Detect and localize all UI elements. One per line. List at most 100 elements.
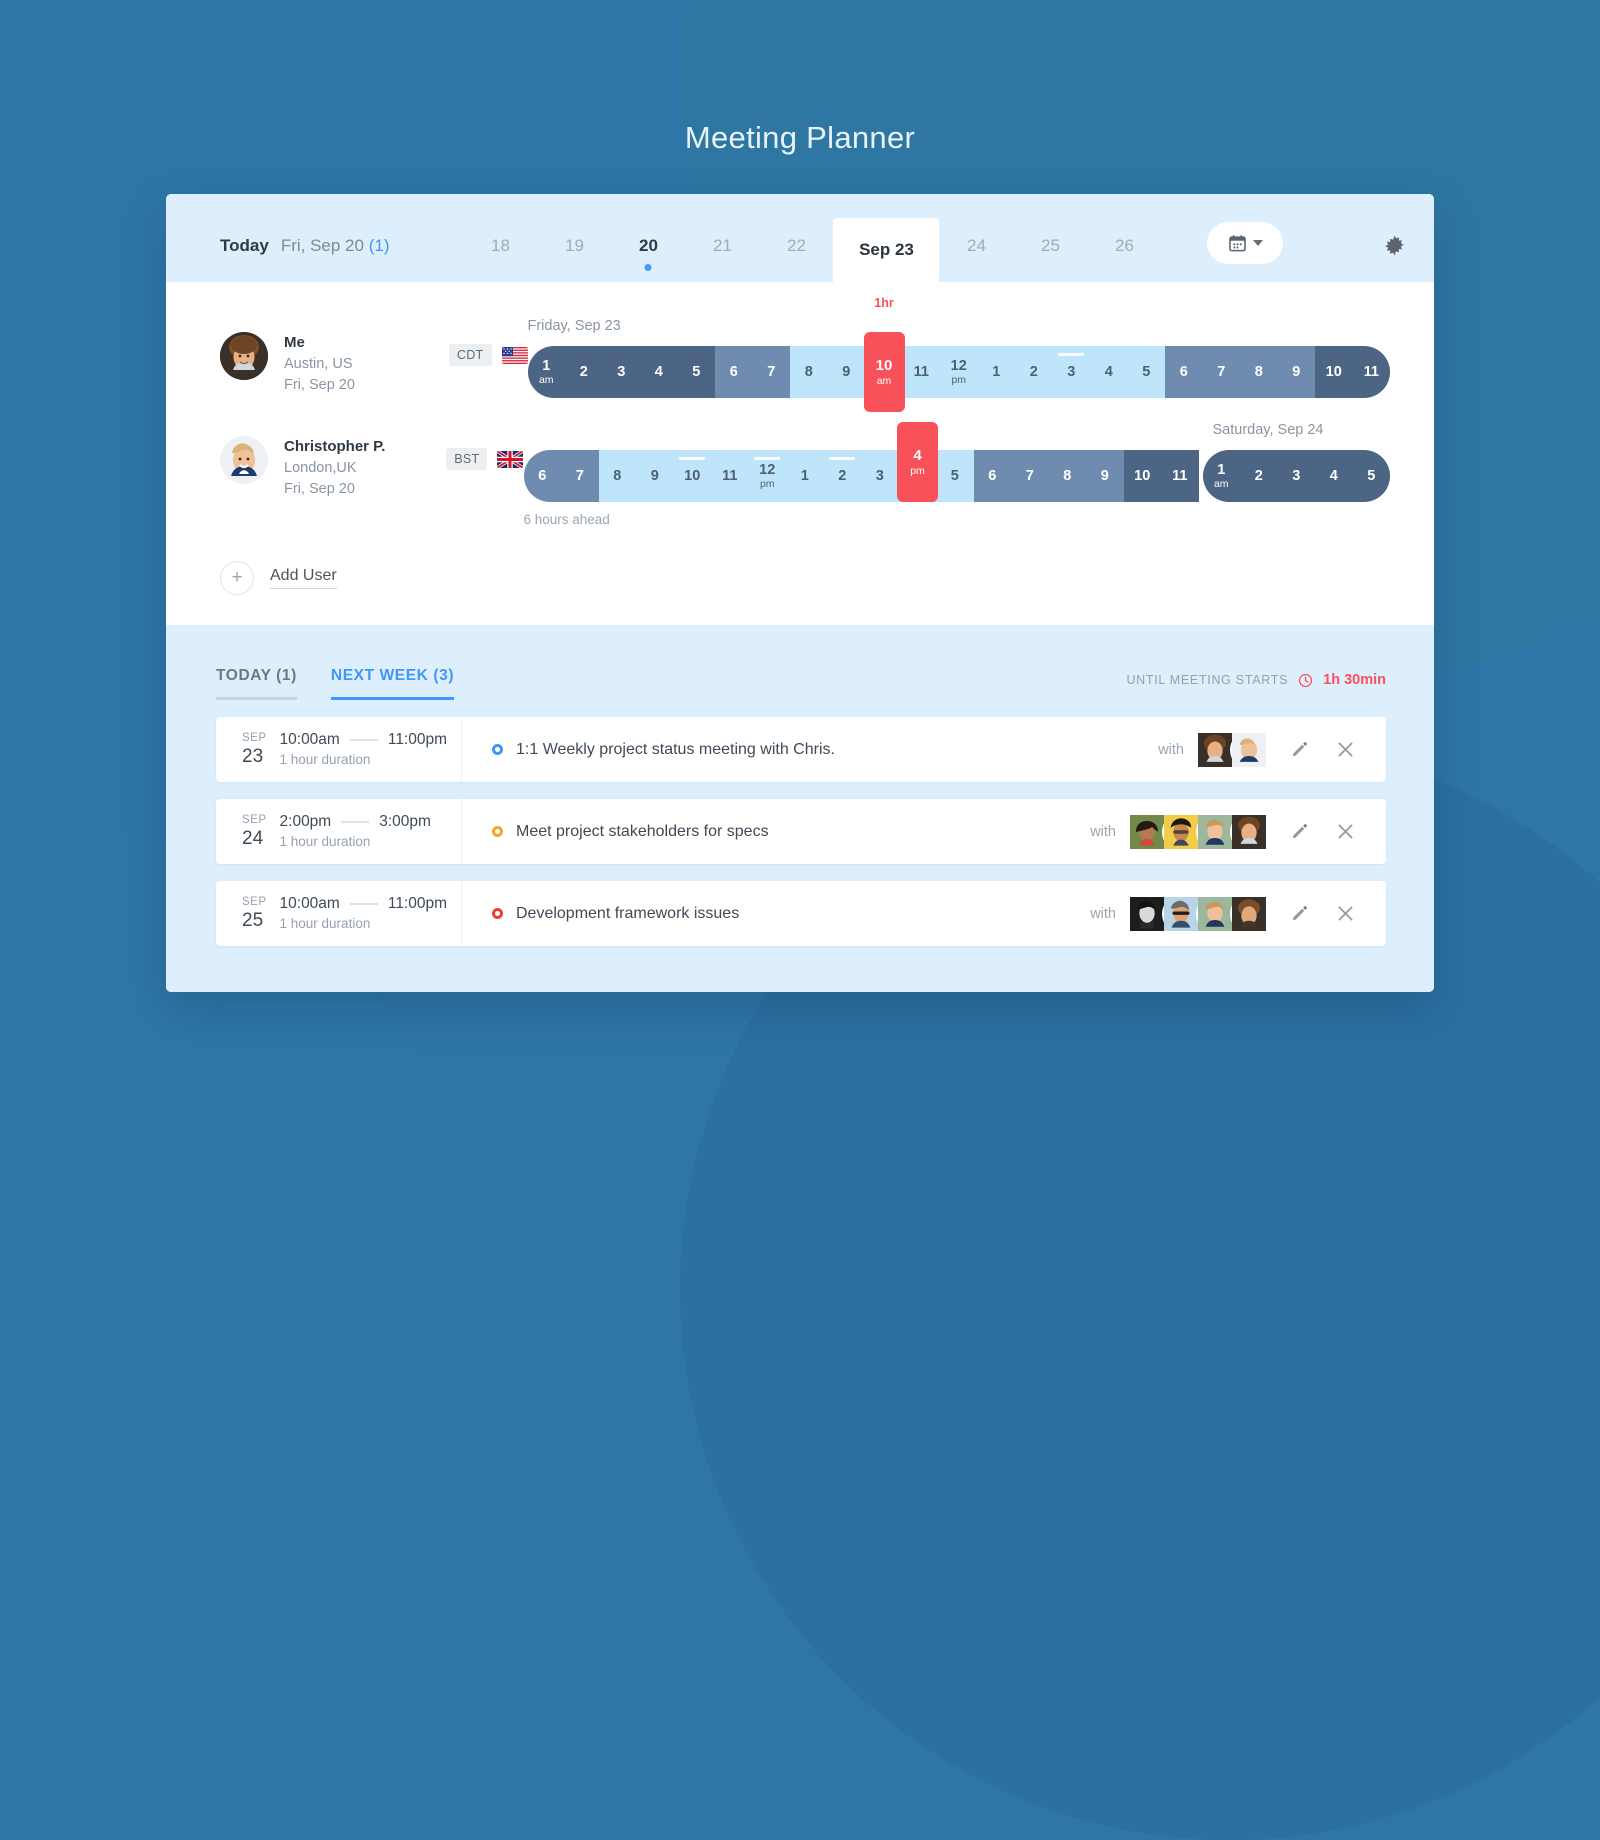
delete-meeting-button[interactable]	[1335, 903, 1356, 924]
hour-cell[interactable]: 8	[790, 346, 828, 398]
hour-cell[interactable]: 11	[1352, 346, 1390, 398]
day-tab-label: 19	[565, 236, 584, 255]
hour-cell[interactable]: 5	[1352, 450, 1390, 502]
hour-cell[interactable]: 4	[640, 346, 678, 398]
day-tab-21[interactable]: 21	[685, 236, 759, 282]
plus-icon[interactable]: +	[220, 561, 254, 595]
hour-cell[interactable]: 2	[823, 450, 861, 502]
hour-cell[interactable]: 10	[1315, 346, 1353, 398]
meeting-row[interactable]: SEP 24 2:00pm 3:00pm 1 hour duration Meet pro…	[216, 799, 1386, 864]
attendee-avatar[interactable]	[1230, 730, 1268, 769]
hour-label: 1	[800, 468, 809, 484]
day-tab-22[interactable]: 22	[759, 236, 833, 282]
attendee-avatar[interactable]	[1230, 812, 1268, 851]
hour-cell[interactable]: 1	[786, 450, 824, 502]
day-tab-24[interactable]: 24	[939, 236, 1013, 282]
hour-cell[interactable]: 3	[1277, 450, 1315, 502]
hour-cell[interactable]: 7	[752, 346, 790, 398]
hour-cell[interactable]: 2	[565, 346, 603, 398]
hour-cell[interactable]: 6	[1165, 346, 1203, 398]
attendee-avatar[interactable]	[1230, 894, 1268, 933]
hour-cell[interactable]: 10	[1123, 450, 1161, 502]
hour-cell[interactable]: 6	[715, 346, 753, 398]
hour-label: 5	[1367, 468, 1376, 484]
tab-today[interactable]: TODAY (1)	[216, 667, 297, 700]
today-date: Fri, Sep 20 (1)	[281, 236, 390, 256]
attendee-avatar[interactable]	[1196, 894, 1234, 933]
hour-cell[interactable]: 7	[561, 450, 599, 502]
hour-cell[interactable]: 11	[1161, 450, 1199, 502]
hour-cell[interactable]: 9	[1086, 450, 1124, 502]
hour-cell[interactable]: 8	[1240, 346, 1278, 398]
day-tab-label: 26	[1115, 236, 1134, 255]
current-meeting-slot[interactable]: 4 pm	[897, 422, 938, 502]
attendee-avatar[interactable]	[1162, 894, 1200, 933]
date-bar: Today Fri, Sep 20 (1) 18 19 20 21 22 Sep 23 24…	[166, 194, 1434, 282]
hour-cell[interactable]: 10	[673, 450, 711, 502]
hour-suffix: pm	[951, 374, 967, 387]
attendee-avatar[interactable]	[1162, 812, 1200, 851]
hour-cell[interactable]: 3	[861, 450, 899, 502]
hour-label: 10	[1134, 468, 1151, 484]
edit-meeting-button[interactable]	[1290, 904, 1309, 923]
hour-cell[interactable]: 9	[636, 450, 674, 502]
delete-meeting-button[interactable]	[1335, 739, 1356, 760]
add-user-label[interactable]: Add User	[270, 567, 337, 589]
day-tab-25[interactable]: 25	[1013, 236, 1087, 282]
meeting-row[interactable]: SEP 23 10:00am 11:00pm 1 hour duration 1:1 We…	[216, 717, 1386, 782]
hour-cell[interactable]: 5	[1127, 346, 1165, 398]
attendee-avatar[interactable]	[1128, 812, 1166, 851]
attendee-avatar[interactable]	[1196, 730, 1234, 769]
day-tab-sep-23[interactable]: Sep 23	[833, 218, 940, 282]
meeting-actions	[1290, 799, 1386, 864]
hour-cell[interactable]: 6	[523, 450, 561, 502]
calendar-picker-button[interactable]	[1207, 222, 1284, 264]
meeting-duration: 1 hour duration	[279, 915, 371, 931]
day-tab-26[interactable]: 26	[1087, 236, 1161, 282]
hour-cell[interactable]: 1	[977, 346, 1015, 398]
hour-cell[interactable]: 8	[598, 450, 636, 502]
current-meeting-slot[interactable]: 10 am 1hr	[863, 296, 905, 412]
hour-cell[interactable]: 7	[1011, 450, 1049, 502]
hour-cell[interactable]: 4	[1315, 450, 1353, 502]
attendee-avatar[interactable]	[1128, 894, 1166, 933]
hour-cell[interactable]: 11	[902, 346, 940, 398]
edit-meeting-button[interactable]	[1290, 740, 1309, 759]
delete-meeting-button[interactable]	[1335, 821, 1356, 842]
edit-meeting-button[interactable]	[1290, 822, 1309, 841]
hour-cell[interactable]: 7	[1202, 346, 1240, 398]
hour-cell[interactable]: 1 am	[527, 346, 565, 398]
meeting-row[interactable]: SEP 25 10:00am 11:00pm 1 hour duration Develo…	[216, 881, 1386, 946]
hour-cell[interactable]: 8	[1048, 450, 1086, 502]
hour-cell[interactable]: 6	[973, 450, 1011, 502]
settings-button[interactable]	[1383, 234, 1406, 262]
hour-cell[interactable]: 2	[1240, 450, 1278, 502]
meeting-duration: 1 hour duration	[279, 751, 371, 767]
hour-label: 4	[1329, 468, 1338, 484]
hour-cell[interactable]: 12 pm	[748, 450, 786, 502]
hour-cell[interactable]: 2	[1015, 346, 1053, 398]
meeting-start-time: 2:00pm	[279, 813, 332, 831]
hour-suffix: am	[538, 374, 554, 387]
add-user-row[interactable]: + Add User	[220, 561, 1390, 595]
meeting-time-range: 10:00am 11:00pm	[280, 729, 448, 751]
hour-cell[interactable]: 9	[1277, 346, 1315, 398]
hour-cell[interactable]: 12 pm	[940, 346, 978, 398]
hour-cell[interactable]: 9	[827, 346, 865, 398]
day-tab-18[interactable]: 18	[463, 236, 537, 282]
day-tab-19[interactable]: 19	[537, 236, 611, 282]
day-tab-20[interactable]: 20	[611, 236, 685, 282]
hour-cell[interactable]: 11	[711, 450, 749, 502]
close-icon	[1338, 906, 1353, 921]
day-number-list: 18 19 20 21 22 Sep 23 24 25 26	[463, 218, 1161, 282]
with-label: with	[1090, 823, 1116, 840]
hour-cell[interactable]: 5	[936, 450, 974, 502]
hour-cell[interactable]: 3	[602, 346, 640, 398]
tab-next-week[interactable]: NEXT WEEK (3)	[330, 667, 455, 700]
hour-cell[interactable]: 3	[1052, 346, 1090, 398]
hour-cell[interactable]: 1 am	[1202, 450, 1240, 502]
attendee-avatar[interactable]	[1196, 812, 1234, 851]
meeting-title: Meet project stakeholders for specs	[516, 822, 769, 840]
hour-cell[interactable]: 5	[677, 346, 715, 398]
hour-cell[interactable]: 4	[1090, 346, 1128, 398]
